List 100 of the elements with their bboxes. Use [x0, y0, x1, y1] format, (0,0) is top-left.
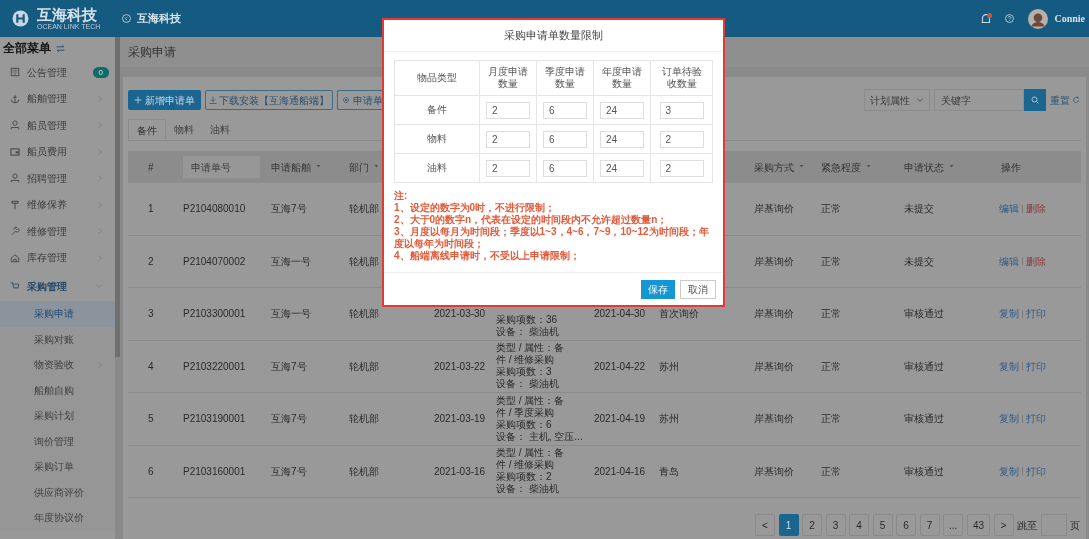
- column-header[interactable]: 采购方式: [754, 159, 794, 175]
- page-button[interactable]: 7: [919, 514, 940, 536]
- filter-dropdown[interactable]: 计划属性: [864, 89, 930, 111]
- column-header[interactable]: 申请状态: [904, 159, 944, 175]
- table-cell: 轮机部: [349, 360, 379, 372]
- refresh-icon: [1072, 96, 1080, 104]
- person-icon: [10, 173, 20, 184]
- action-link[interactable]: 编辑: [999, 201, 1019, 217]
- number-field[interactable]: 6: [543, 159, 587, 177]
- menu-item[interactable]: 招聘管理: [0, 165, 115, 192]
- menu-item[interactable]: 采购管理: [0, 271, 115, 301]
- search-field[interactable]: 关键字: [934, 89, 1024, 111]
- action-link[interactable]: 复制: [999, 411, 1019, 427]
- column-header[interactable]: 申请船舶: [271, 159, 311, 175]
- menu-item[interactable]: 公告管理 0: [0, 59, 115, 86]
- previous-page-button[interactable]: <: [755, 514, 776, 536]
- column-header: 订单待验收数量: [660, 66, 703, 90]
- column-header[interactable]: 紧急程度: [821, 159, 861, 175]
- table-cell: 1: [148, 203, 154, 215]
- table-cell: 2: [148, 255, 154, 267]
- action-link[interactable]: 编辑: [999, 253, 1019, 269]
- logo-title: 互海科技: [37, 7, 98, 22]
- table-cell: 审核通过: [904, 360, 944, 372]
- page-button[interactable]: 5: [872, 514, 893, 536]
- action-link[interactable]: 打印: [1026, 358, 1046, 374]
- menu-item[interactable]: 船员费用: [0, 138, 115, 165]
- menu-item[interactable]: 维修保养: [0, 191, 115, 218]
- cancel-button[interactable]: 取消: [680, 279, 716, 299]
- number-field[interactable]: 2: [486, 101, 530, 119]
- column-header: #: [148, 161, 154, 173]
- page-button[interactable]: 4: [849, 514, 870, 536]
- table-cell: 青岛: [659, 465, 679, 477]
- note-text: 3、月度以每月为时间段；季度以1~3，4~6，7~9，10~12为时间段；年度以每年为时间段；: [394, 226, 710, 250]
- chevron-down-icon: [916, 97, 924, 103]
- menu-item[interactable]: 船员管理: [0, 112, 115, 139]
- number-field[interactable]: 6: [543, 130, 587, 148]
- number-field[interactable]: 6: [543, 101, 587, 119]
- page-title: 采购申请: [128, 44, 176, 61]
- table-cell: 正常: [821, 203, 841, 215]
- column-header: 年度申请数量: [601, 66, 643, 90]
- cart-icon: [10, 281, 20, 291]
- search-button[interactable]: [1024, 89, 1046, 111]
- reset-button[interactable]: 重置: [1050, 92, 1080, 108]
- sort-caret-icon: [949, 165, 954, 169]
- help-icon: [1005, 14, 1015, 23]
- number-field[interactable]: 24: [600, 130, 644, 148]
- action-link[interactable]: 复制: [999, 463, 1019, 479]
- table-cell: 设备： 柴油机: [496, 483, 559, 495]
- action-link[interactable]: 复制: [999, 306, 1019, 322]
- page-unit: 页: [1070, 518, 1080, 533]
- column-search-field[interactable]: 申请单号: [183, 156, 260, 178]
- action-link[interactable]: 打印: [1026, 463, 1046, 479]
- action-link[interactable]: 打印: [1026, 411, 1046, 427]
- page-button[interactable]: ...: [943, 514, 964, 536]
- sort-caret-icon: [866, 165, 871, 169]
- action-link[interactable]: 删除: [1026, 253, 1046, 269]
- scrollbar[interactable]: [115, 37, 120, 357]
- table-cell: P2104080010: [183, 203, 246, 215]
- number-field[interactable]: 2: [659, 130, 704, 148]
- save-button[interactable]: 保存: [641, 279, 675, 299]
- table-cell: 岸基询价: [754, 360, 794, 372]
- number-field[interactable]: 2: [486, 130, 530, 148]
- number-field[interactable]: 24: [600, 101, 644, 119]
- table-cell-text: 物料: [427, 132, 447, 146]
- number-field[interactable]: 3: [659, 101, 704, 119]
- action-link[interactable]: 复制: [999, 358, 1019, 374]
- table-cell: 类型 / 属性：备: [496, 447, 565, 459]
- table-cell: 互海7号: [271, 465, 307, 477]
- table-cell: 审核通过: [904, 413, 944, 425]
- table-cell: 正常: [821, 308, 841, 320]
- number-field[interactable]: 24: [600, 159, 644, 177]
- page-button[interactable]: 3: [825, 514, 846, 536]
- column-header[interactable]: 部门: [349, 159, 369, 175]
- action-link[interactable]: 打印: [1026, 306, 1046, 322]
- table-cell: 正常: [821, 465, 841, 477]
- page-button[interactable]: 1: [778, 514, 799, 536]
- menu-item[interactable]: 船舶管理: [0, 85, 115, 112]
- number-field[interactable]: 2: [486, 159, 530, 177]
- next-page-button[interactable]: >: [993, 514, 1014, 536]
- menu-title: 全部菜单: [3, 40, 51, 57]
- page-button[interactable]: 6: [896, 514, 917, 536]
- action-link[interactable]: 删除: [1026, 201, 1046, 217]
- table-cell: 互海一号: [271, 255, 311, 267]
- table-cell: 件 / 维修采购: [496, 354, 555, 366]
- tab[interactable]: 油料: [202, 119, 238, 140]
- sort-caret-icon: [374, 165, 379, 169]
- sort-caret-icon: [799, 165, 804, 169]
- page-button[interactable]: 2: [802, 514, 823, 536]
- download-button[interactable]: 下载安装【互海通船端】: [205, 90, 333, 110]
- add-button[interactable]: 新增申请单: [128, 90, 201, 110]
- tab[interactable]: 备件: [128, 119, 166, 140]
- page-button[interactable]: 43: [966, 514, 990, 536]
- menu-item[interactable]: 库存管理: [0, 244, 115, 271]
- tab[interactable]: 物料: [166, 119, 202, 140]
- table-cell: 采购项数：3: [496, 366, 552, 378]
- number-field[interactable]: 2: [659, 159, 704, 177]
- wallet-icon: [10, 146, 20, 157]
- menu-item[interactable]: 维修管理: [0, 218, 115, 245]
- column-header: 物品类型: [417, 72, 457, 84]
- submenu-item[interactable]: 采购申请: [0, 301, 115, 327]
